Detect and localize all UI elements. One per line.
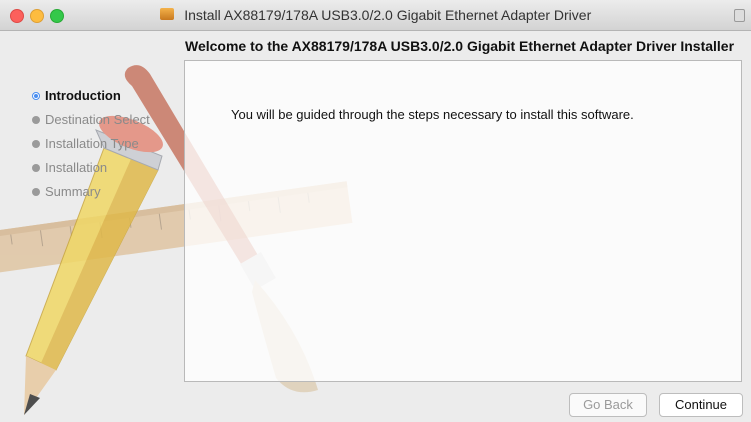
window-title-wrap: Install AX88179/178A USB3.0/2.0 Gigabit …	[0, 0, 751, 30]
installer-package-icon	[159, 7, 174, 20]
step-dot-icon	[32, 164, 40, 172]
step-label: Installation Type	[45, 136, 139, 151]
installer-window: Install AX88179/178A USB3.0/2.0 Gigabit …	[0, 0, 751, 422]
step-summary: Summary	[32, 180, 150, 204]
step-dot-icon	[32, 140, 40, 148]
intro-message: You will be guided through the steps nec…	[231, 107, 634, 122]
page-title: Welcome to the AX88179/178A USB3.0/2.0 G…	[185, 38, 735, 54]
step-installation-type: Installation Type	[32, 132, 150, 156]
go-back-button[interactable]: Go Back	[569, 393, 647, 417]
step-label: Installation	[45, 160, 108, 175]
window-title: Install AX88179/178A USB3.0/2.0 Gigabit …	[184, 7, 592, 23]
step-dot-icon	[32, 116, 40, 124]
title-bar[interactable]: Install AX88179/178A USB3.0/2.0 Gigabit …	[0, 0, 751, 31]
step-active-dot-icon	[32, 92, 40, 100]
installer-steps-sidebar: Introduction Destination Select Installa…	[32, 84, 150, 204]
step-label: Summary	[45, 184, 101, 199]
step-destination-select: Destination Select	[32, 108, 150, 132]
content-pane: You will be guided through the steps nec…	[184, 60, 742, 382]
step-introduction: Introduction	[32, 84, 150, 108]
step-label: Destination Select	[45, 112, 150, 127]
continue-button[interactable]: Continue	[659, 393, 743, 417]
step-dot-icon	[32, 188, 40, 196]
step-label: Introduction	[45, 88, 121, 103]
lock-icon	[734, 9, 745, 22]
step-installation: Installation	[32, 156, 150, 180]
